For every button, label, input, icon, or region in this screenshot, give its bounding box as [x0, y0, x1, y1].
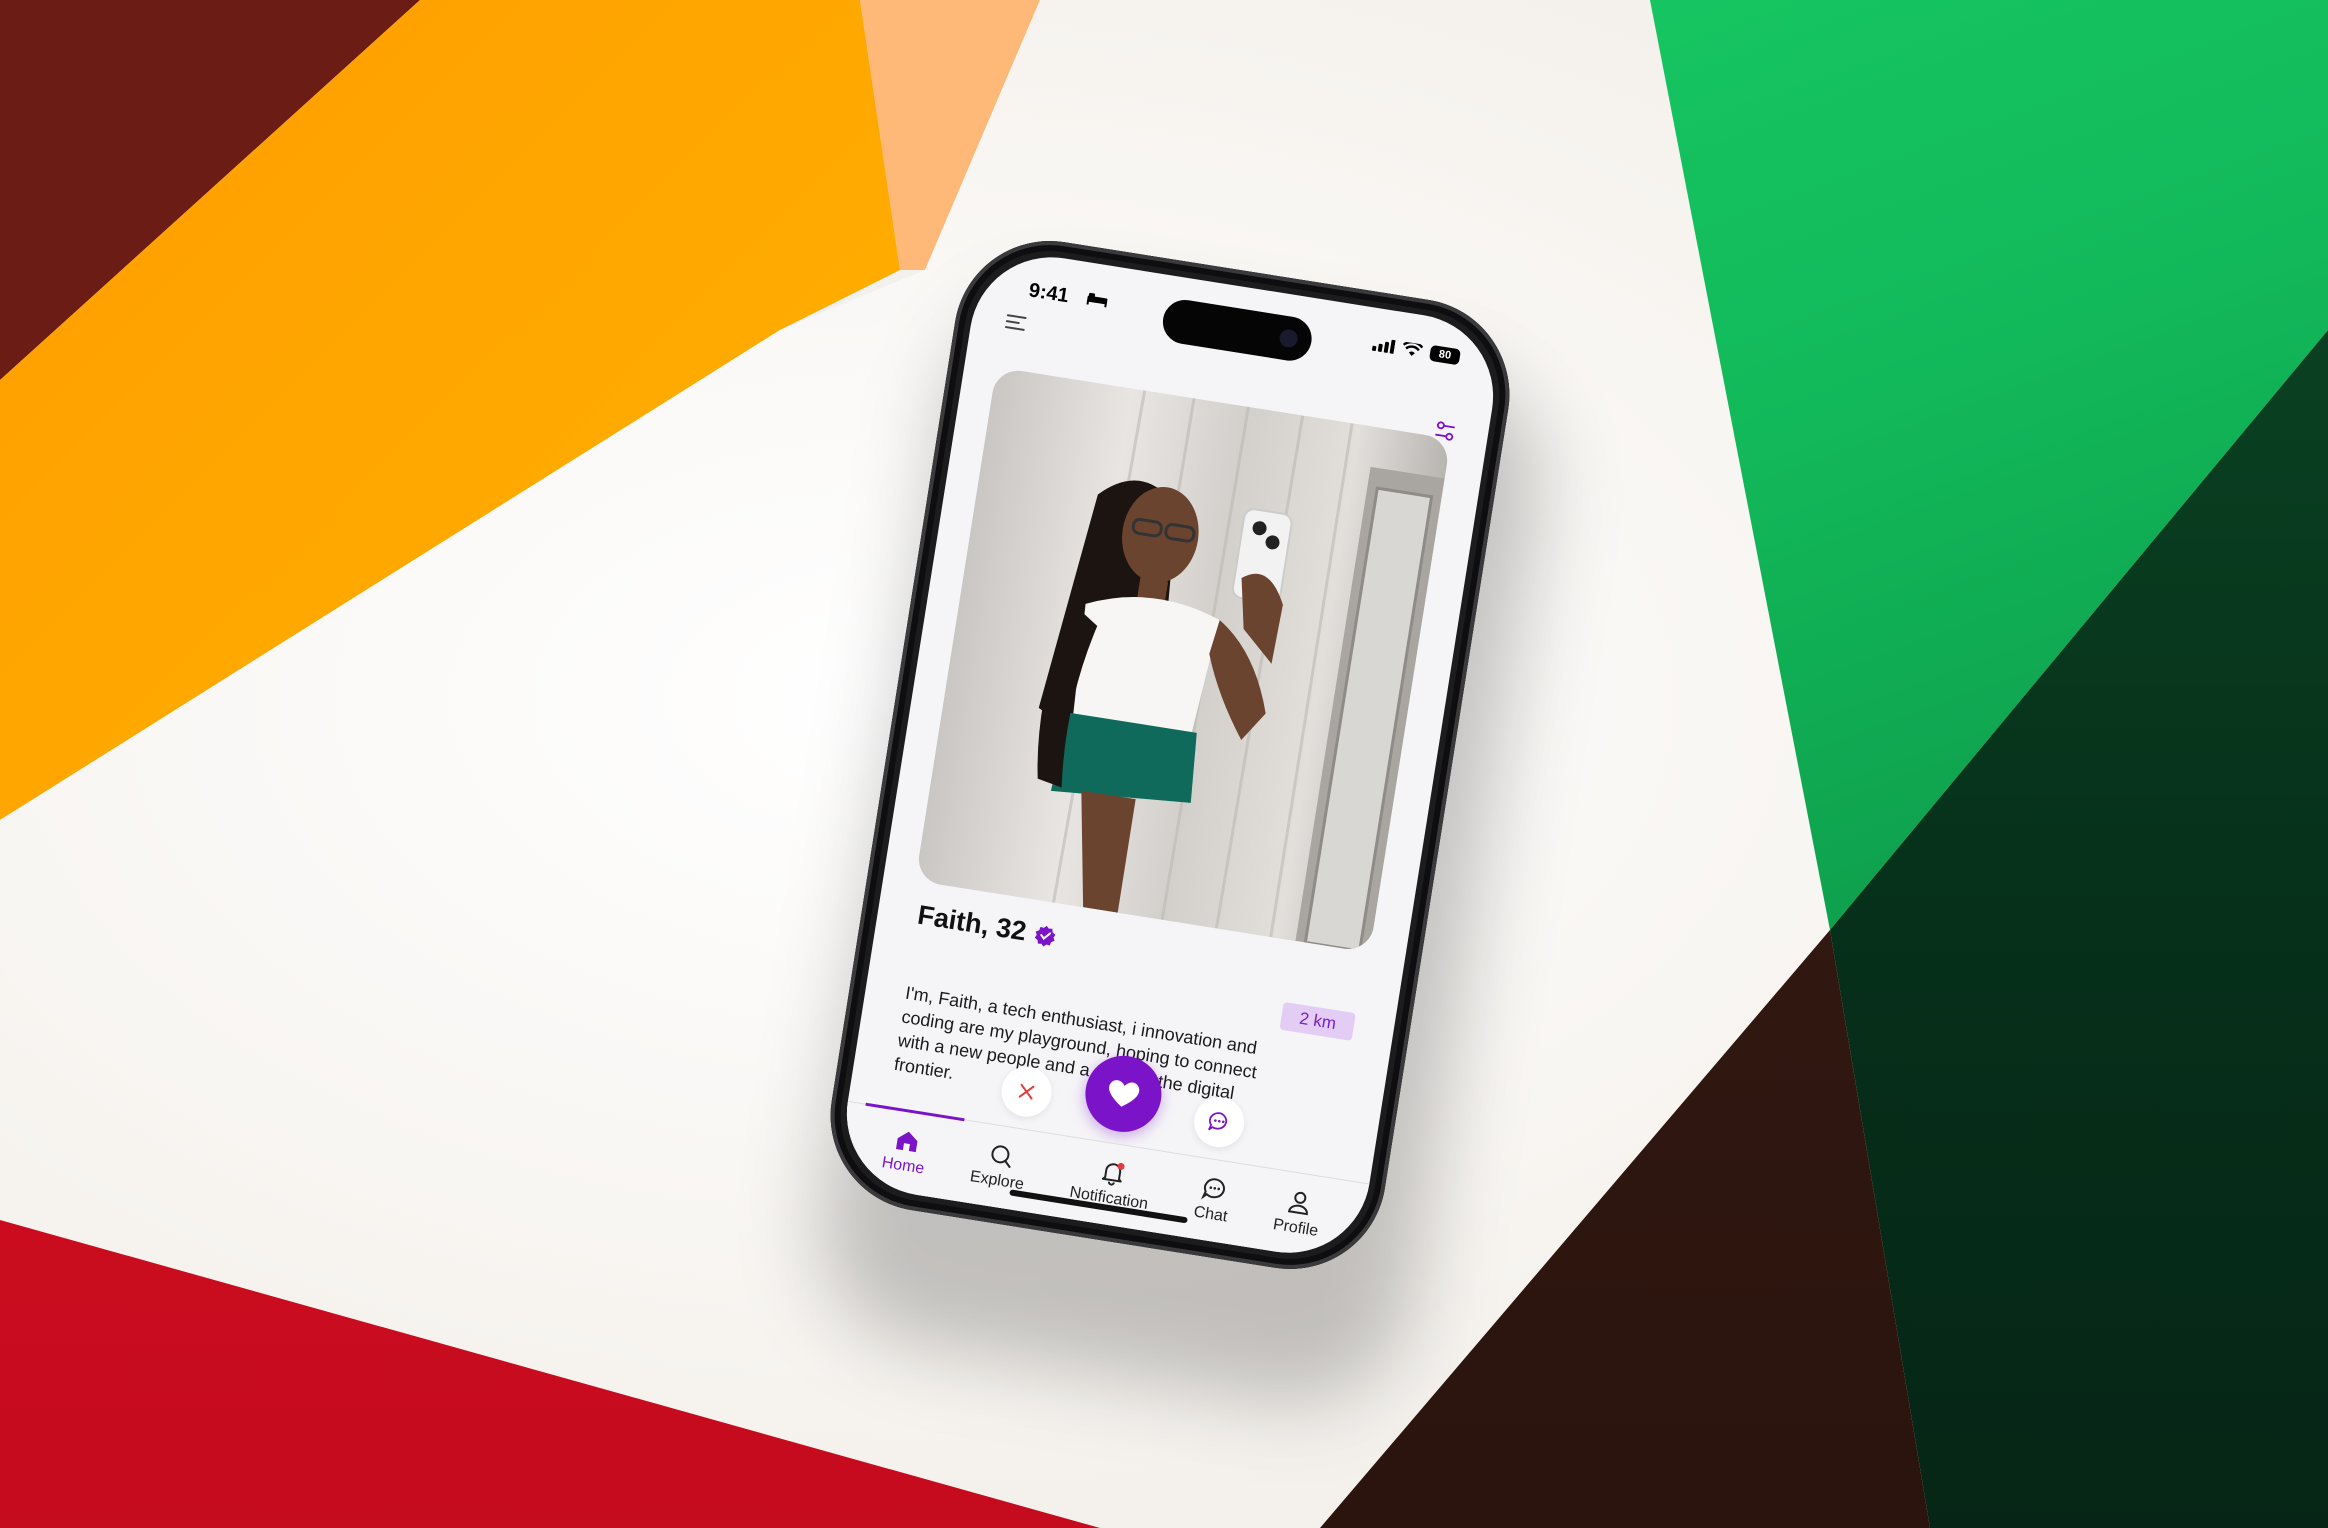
profile-name: Faith, 32 [915, 899, 1029, 947]
profile-photo-illustration [915, 367, 1451, 953]
close-icon [1018, 1083, 1035, 1100]
notification-dot [1117, 1162, 1125, 1170]
dynamic-island [1159, 296, 1315, 364]
menu-icon[interactable] [1004, 312, 1029, 333]
tab-notification[interactable]: Notification [1063, 1138, 1157, 1249]
search-icon [991, 1145, 1011, 1168]
chat-bubble-icon [1208, 1112, 1228, 1131]
profile-photo[interactable] [915, 367, 1451, 953]
battery-indicator: 80 [1428, 344, 1462, 366]
tab-chat-label: Chat [1192, 1203, 1229, 1226]
bell-icon [1101, 1162, 1125, 1186]
scene-background: 9:41 80 Faith, 32 2 km I'm, Faith, a tec… [0, 0, 2328, 1528]
profile-name-row: Faith, 32 [915, 900, 1058, 952]
home-icon [895, 1131, 918, 1153]
heart-icon [1109, 1080, 1140, 1107]
cellular-signal-icon [1371, 339, 1396, 354]
chat-bubble-icon [1200, 1178, 1225, 1200]
status-time: 9:41 [1027, 279, 1071, 308]
distance-badge: 2 km [1279, 1001, 1356, 1041]
tab-profile-label: Profile [1271, 1216, 1320, 1240]
tab-home[interactable]: Home [875, 1109, 933, 1214]
tab-explore[interactable]: Explore [963, 1123, 1032, 1230]
status-indicators: 80 [1371, 336, 1462, 366]
wifi-icon [1402, 341, 1424, 356]
user-icon [1287, 1191, 1308, 1216]
tab-chat[interactable]: Chat [1187, 1158, 1236, 1262]
camera-lens [1278, 328, 1299, 349]
tab-profile[interactable]: Profile [1266, 1171, 1326, 1265]
sleep-focus-icon [1086, 292, 1108, 308]
verified-badge-icon [1034, 925, 1056, 946]
tab-home-label: Home [880, 1154, 926, 1178]
